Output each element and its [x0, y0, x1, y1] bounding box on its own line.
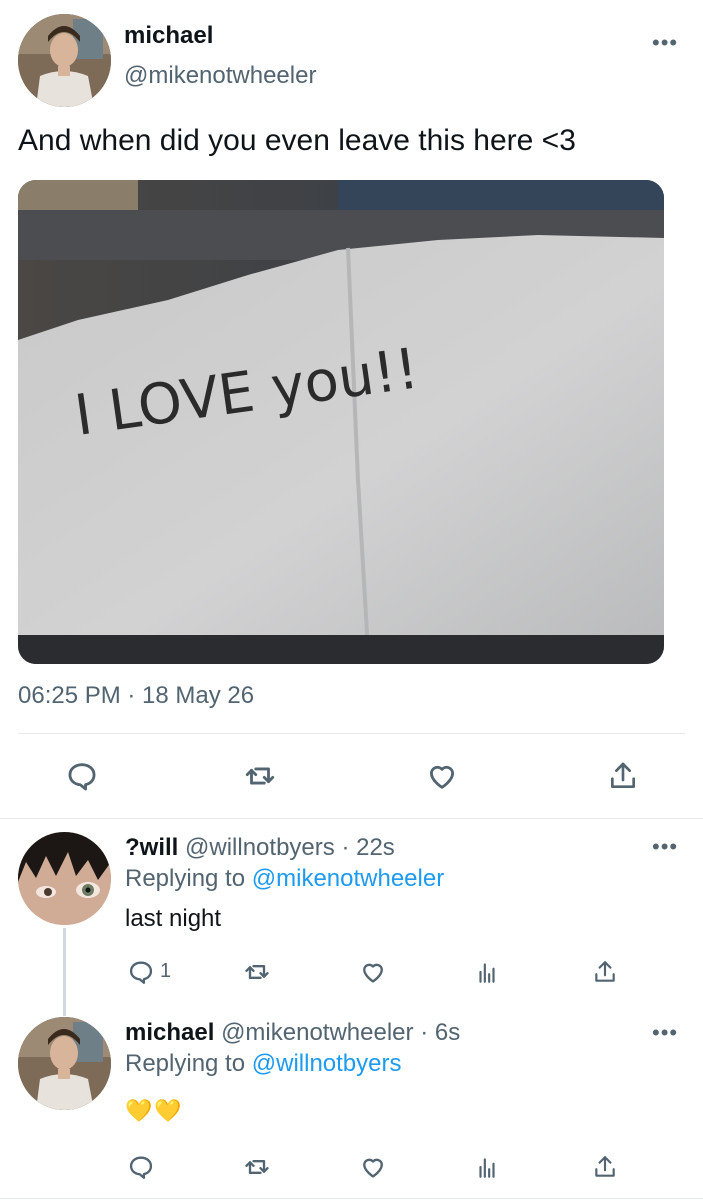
- main-action-bar: [0, 756, 703, 796]
- share-icon[interactable]: [588, 1150, 622, 1184]
- reply-icon[interactable]: [126, 955, 156, 989]
- reply-author-handle[interactable]: @willnotbyers: [185, 834, 335, 861]
- author-avatar[interactable]: [18, 14, 111, 107]
- reply-header: ?will @willnotbyers · 22s: [125, 834, 395, 862]
- reply-avatar[interactable]: [18, 1017, 111, 1110]
- like-icon[interactable]: [356, 955, 390, 989]
- reply-action-bar: 1: [0, 955, 703, 989]
- share-icon[interactable]: [588, 955, 622, 989]
- replying-prefix: Replying to: [125, 865, 246, 892]
- author-handle[interactable]: @mikenotwheeler: [124, 62, 316, 90]
- more-options-icon[interactable]: •••: [652, 836, 678, 858]
- reply-text: last night: [125, 905, 222, 932]
- reply-time[interactable]: · 22s: [341, 834, 394, 861]
- more-options-icon[interactable]: •••: [652, 1022, 678, 1044]
- reply-header: michael @mikenotwheeler · 6s: [125, 1019, 460, 1047]
- reply-text: 💛💛: [125, 1098, 184, 1123]
- reply-icon[interactable]: [62, 756, 102, 796]
- like-icon[interactable]: [422, 756, 462, 796]
- analytics-icon[interactable]: [470, 955, 504, 989]
- replying-to-line: Replying to @mikenotwheeler: [125, 865, 444, 893]
- more-options-icon[interactable]: •••: [652, 32, 678, 54]
- reply-time[interactable]: · 6s: [420, 1019, 460, 1046]
- replying-prefix: Replying to: [125, 1050, 246, 1077]
- divider: [0, 818, 703, 819]
- tweet-text: And when did you even leave this here <3: [18, 124, 576, 157]
- retweet-icon[interactable]: [240, 955, 274, 989]
- reply-icon[interactable]: [126, 1150, 156, 1184]
- reply-action-bar: [0, 1150, 703, 1184]
- reply-avatar[interactable]: [18, 832, 111, 925]
- reply-author-handle[interactable]: @mikenotwheeler: [221, 1019, 413, 1046]
- reply-author-name[interactable]: michael: [125, 1019, 214, 1046]
- replying-to-line: Replying to @willnotbyers: [125, 1050, 402, 1078]
- analytics-icon[interactable]: [470, 1150, 504, 1184]
- author-name[interactable]: michael: [124, 22, 213, 50]
- tweet-timestamp[interactable]: 06:25 PM · 18 May 26: [18, 682, 254, 710]
- reply-author-name[interactable]: ?will: [125, 834, 178, 861]
- reply-count: 1: [160, 960, 172, 982]
- divider: [18, 733, 685, 734]
- divider: [0, 1198, 703, 1199]
- tweet-photo[interactable]: I LOVE you!!: [18, 180, 664, 664]
- replying-to-link[interactable]: @mikenotwheeler: [252, 865, 444, 892]
- replying-to-link[interactable]: @willnotbyers: [252, 1050, 402, 1077]
- retweet-icon[interactable]: [240, 756, 280, 796]
- share-icon[interactable]: [603, 756, 643, 796]
- like-icon[interactable]: [356, 1150, 390, 1184]
- retweet-icon[interactable]: [240, 1150, 274, 1184]
